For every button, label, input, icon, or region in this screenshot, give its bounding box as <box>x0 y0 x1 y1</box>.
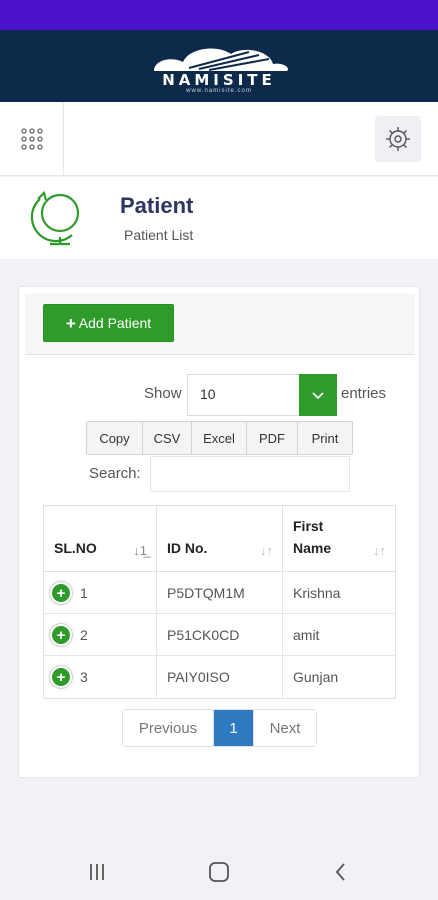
sl-no-cell: + 1 <box>44 572 157 614</box>
menu-button[interactable] <box>0 102 64 176</box>
add-patient-label: Add Patient <box>78 315 152 331</box>
sl-no-value: 2 <box>80 627 88 643</box>
column-header-sl-no[interactable]: SL.NO ↓1̲ <box>44 506 157 572</box>
pagination: Previous 1 Next <box>122 709 317 747</box>
system-nav-bar <box>0 845 438 900</box>
first-name-cell: amit <box>293 627 320 643</box>
brand-name: NAMISITE <box>162 71 276 89</box>
entries-value: 10 <box>200 386 216 402</box>
previous-page-button[interactable]: Previous <box>123 710 214 746</box>
page-title: Patient <box>120 193 194 218</box>
search-label: Search: <box>89 465 141 482</box>
sort-icon: ↓↑ <box>373 543 386 558</box>
home-button[interactable] <box>204 859 234 885</box>
sort-icon: ↓↑ <box>260 543 273 558</box>
back-icon <box>335 863 345 881</box>
column-label: SL.NO <box>54 540 97 556</box>
plus-icon: + <box>65 313 76 333</box>
grid-icon <box>20 128 43 150</box>
copy-button[interactable]: Copy <box>87 422 143 454</box>
sl-no-value: 1 <box>80 585 88 601</box>
recents-icon <box>90 864 104 880</box>
brand-header: NAMISITE www.namisite.com <box>0 30 438 102</box>
column-label: First Name <box>293 518 332 556</box>
gear-icon <box>386 127 410 151</box>
brand-subtitle: www.namisite.com <box>186 88 252 94</box>
recents-button[interactable] <box>82 859 112 885</box>
column-header-id-no[interactable]: ID No. ↓↑ <box>157 506 283 572</box>
table-header: SL.NO ↓1̲ ID No. ↓↑ First Name ↓↑ <box>44 506 395 572</box>
app-toolbar <box>0 102 438 176</box>
status-bar <box>0 0 438 30</box>
entries-label: entries <box>341 385 387 402</box>
table-row[interactable]: + 2 P51CK0CD amit <box>44 614 395 656</box>
patient-table: SL.NO ↓1̲ ID No. ↓↑ First Name ↓↑ + 1 P5… <box>43 505 396 699</box>
search-input[interactable] <box>150 456 350 492</box>
sort-numeric-icon: ↓1̲ <box>133 543 147 558</box>
page-subtitle: Patient List <box>124 227 194 243</box>
show-label: Show <box>144 385 182 402</box>
sl-no-cell: + 2 <box>44 614 157 656</box>
expand-row-icon[interactable]: + <box>50 582 72 604</box>
column-label: ID No. <box>167 540 208 556</box>
sl-no-cell: + 3 <box>44 656 157 698</box>
next-page-button[interactable]: Next <box>254 710 316 746</box>
expand-row-icon[interactable]: + <box>50 666 72 688</box>
print-button[interactable]: Print <box>298 422 352 454</box>
pdf-button[interactable]: PDF <box>247 422 298 454</box>
page-header: Patient Patient List <box>0 177 438 259</box>
settings-button[interactable] <box>375 116 421 162</box>
sl-no-value: 3 <box>80 669 88 685</box>
chevron-down-icon[interactable] <box>299 374 337 416</box>
add-patient-button[interactable]: + Add Patient <box>43 304 174 342</box>
id-no-cell: P5DTQM1M <box>157 572 283 614</box>
namisite-logo: NAMISITE www.namisite.com <box>119 38 319 94</box>
globe-icon <box>30 190 80 246</box>
back-button[interactable] <box>326 859 356 885</box>
id-no-cell: P51CK0CD <box>157 614 283 656</box>
id-no-cell: PAIY0ISO <box>157 656 283 698</box>
expand-row-icon[interactable]: + <box>50 624 72 646</box>
table-row[interactable]: + 3 PAIY0ISO Gunjan <box>44 656 395 698</box>
page-1-button[interactable]: 1 <box>214 710 254 746</box>
card-actions: + Add Patient <box>25 293 415 355</box>
entries-select[interactable]: 10 <box>187 374 337 416</box>
csv-button[interactable]: CSV <box>143 422 192 454</box>
table-row[interactable]: + 1 P5DTQM1M Krishna <box>44 572 395 614</box>
export-buttons: Copy CSV Excel PDF Print <box>86 421 353 455</box>
first-name-cell: Gunjan <box>293 669 339 685</box>
home-icon <box>209 862 229 882</box>
patient-list-card: + Add Patient Show 10 entries Copy CSV E… <box>18 286 420 778</box>
first-name-cell: Krishna <box>293 585 341 601</box>
excel-button[interactable]: Excel <box>192 422 247 454</box>
column-header-first-name[interactable]: First Name ↓↑ <box>283 506 395 572</box>
